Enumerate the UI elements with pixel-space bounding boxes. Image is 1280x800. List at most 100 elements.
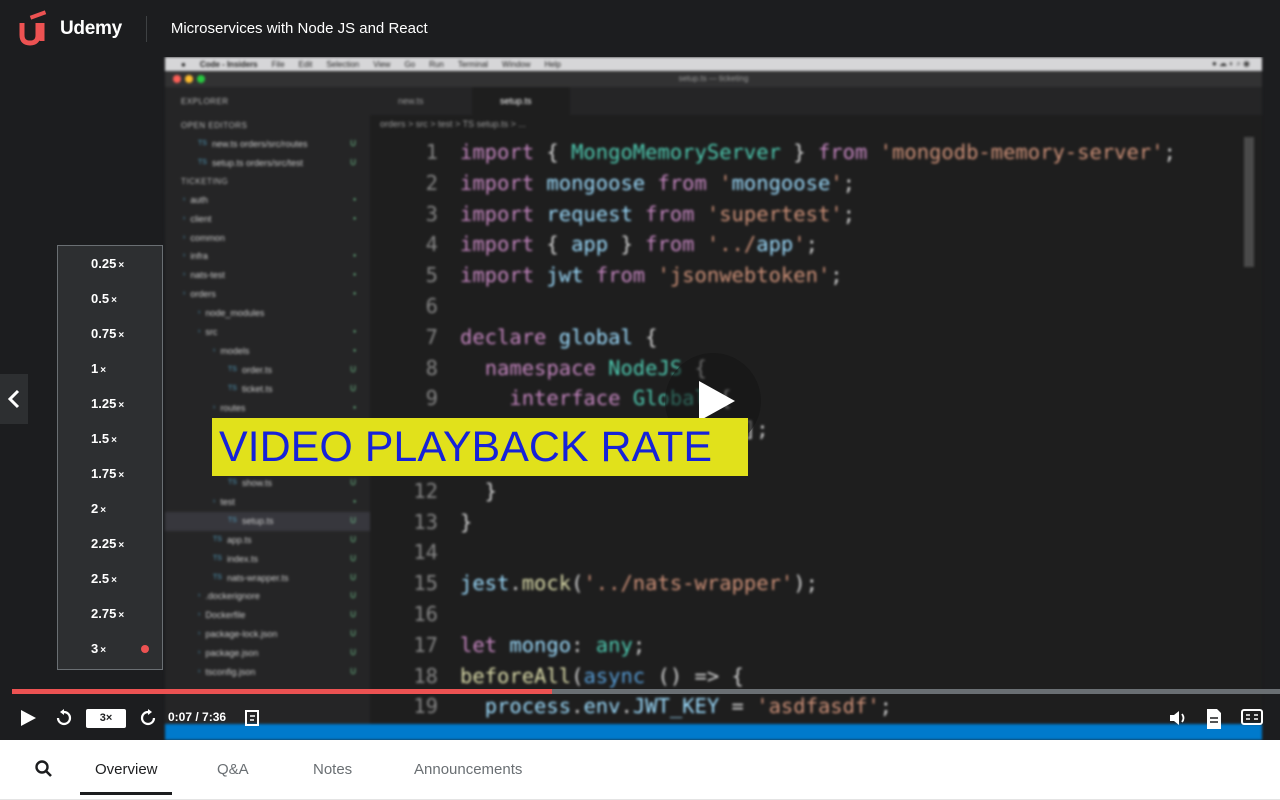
video-macos-menubar: ● Code - Insiders File Edit Selection Vi… bbox=[165, 57, 1262, 71]
menubar-item: Terminal bbox=[457, 59, 489, 69]
transcript-icon[interactable] bbox=[1205, 708, 1223, 730]
header-divider bbox=[145, 15, 147, 42]
captions-icon[interactable] bbox=[1241, 708, 1263, 726]
tab-announcements[interactable]: Announcements bbox=[414, 740, 522, 798]
editor-tab-active: setup.ts bbox=[472, 87, 570, 115]
times-symbol: × bbox=[118, 400, 125, 411]
playback-rate-option[interactable]: 0.25 × bbox=[58, 246, 162, 281]
times-symbol: × bbox=[118, 470, 125, 481]
git-status-badge: U bbox=[350, 553, 356, 563]
line-number: 2 bbox=[425, 170, 438, 195]
git-status-badge: U bbox=[350, 534, 356, 544]
git-status-badge: • bbox=[353, 194, 356, 204]
code-line: 14 bbox=[370, 537, 1262, 568]
times-symbol: × bbox=[111, 575, 117, 586]
add-note-icon[interactable] bbox=[244, 708, 262, 728]
file-icon: › bbox=[198, 649, 201, 657]
udemy-logo[interactable]: Udemy bbox=[16, 0, 122, 57]
playback-rate-option[interactable]: 1.25 × bbox=[58, 386, 162, 421]
file-tree-label: src bbox=[205, 327, 218, 338]
menubar-item: Selection bbox=[326, 59, 360, 69]
playback-rate-option[interactable]: 3 × bbox=[58, 631, 162, 666]
git-status-badge: • bbox=[353, 289, 356, 299]
playback-rate-option[interactable]: 2 × bbox=[58, 491, 162, 526]
code-line: 17 let mongo: any; bbox=[370, 630, 1262, 661]
git-status-badge: U bbox=[350, 478, 356, 488]
line-number: 9 bbox=[425, 386, 438, 411]
playback-rate-option[interactable]: 1.75 × bbox=[58, 456, 162, 491]
playback-rate-button[interactable]: 3× bbox=[86, 709, 126, 728]
file-tree-row: › test • bbox=[165, 493, 370, 512]
editor-tab: new.ts bbox=[398, 96, 424, 106]
previous-lecture-button[interactable] bbox=[0, 374, 28, 424]
playback-rate-option[interactable]: 1.5 × bbox=[58, 421, 162, 456]
playback-rate-option[interactable]: 2.75 × bbox=[58, 596, 162, 631]
playback-rate-value: 2.5 bbox=[91, 571, 110, 586]
editor-scrollbar bbox=[1244, 137, 1254, 267]
active-tab-indicator bbox=[80, 792, 172, 795]
video-player[interactable]: ● Code - Insiders File Edit Selection Vi… bbox=[0, 57, 1280, 740]
file-tree-row: › models • bbox=[165, 342, 370, 361]
playback-rate-option[interactable]: 2.25 × bbox=[58, 526, 162, 561]
file-tree-row: TS nats-wrapper.ts U bbox=[165, 569, 370, 588]
project-label: TICKETING bbox=[181, 176, 229, 186]
git-status-badge: U bbox=[350, 629, 356, 639]
play-icon[interactable] bbox=[18, 708, 38, 728]
search-icon[interactable] bbox=[34, 759, 54, 779]
forward-5-icon[interactable] bbox=[138, 708, 158, 728]
tab-overview[interactable]: Overview bbox=[95, 740, 158, 798]
line-number: 4 bbox=[425, 232, 438, 257]
file-tree-row: › nats-test • bbox=[165, 266, 370, 285]
playback-rate-option[interactable]: 2.5 × bbox=[58, 561, 162, 596]
rewind-5-icon[interactable] bbox=[54, 708, 74, 728]
playback-rate-value: 2.75 bbox=[91, 606, 117, 621]
file-tree-label: nats-test bbox=[190, 270, 225, 281]
playback-rate-value: 0.5 bbox=[91, 291, 110, 306]
code-line: 5 import jwt from 'jsonwebtoken'; bbox=[370, 260, 1262, 291]
playback-rate-menu[interactable]: 0.25 × 0.5 × 0.75 × 1 × 1.25 × 1.5 × 1.75 × 2 × 2.25 × 2.5… bbox=[57, 245, 163, 670]
playback-rate-option[interactable]: 1 × bbox=[58, 351, 162, 386]
selected-indicator-icon bbox=[141, 645, 149, 653]
file-tree-label: common bbox=[190, 232, 225, 243]
file-icon: › bbox=[183, 214, 186, 222]
playback-rate-option[interactable]: 0.75 × bbox=[58, 316, 162, 351]
file-tree-label: node_modules bbox=[205, 308, 265, 319]
times-symbol: × bbox=[100, 505, 107, 516]
video-editor-tabs: new.ts setup.ts bbox=[370, 87, 1262, 115]
player-controls: 3× 0:07 / 7:36 bbox=[0, 700, 1280, 736]
file-tree-row: TS index.ts U bbox=[165, 550, 370, 569]
explorer-label: EXPLORER bbox=[181, 97, 229, 106]
line-number: 12 bbox=[413, 478, 438, 503]
git-status-badge: U bbox=[350, 610, 356, 620]
file-tree-label: package-lock.json bbox=[205, 629, 278, 640]
course-title[interactable]: Microservices with Node JS and React bbox=[171, 20, 428, 37]
course-tabs: Overview Q&A Notes Announcements bbox=[0, 740, 1280, 800]
tab-qa[interactable]: Q&A bbox=[217, 740, 249, 798]
playback-rate-option[interactable]: 0.5 × bbox=[58, 281, 162, 316]
playback-rate-value: 1.25 bbox=[91, 396, 117, 411]
times-symbol: × bbox=[118, 540, 125, 551]
volume-icon[interactable] bbox=[1168, 708, 1188, 728]
udemy-wordmark: Udemy bbox=[60, 17, 122, 39]
code-line: 7 declare global { bbox=[370, 322, 1262, 353]
file-tree-label: models bbox=[220, 345, 250, 356]
file-tree-label: auth bbox=[190, 194, 208, 205]
file-tree-label: new.ts orders/src/routes bbox=[211, 139, 308, 149]
code-line: 3 import request from 'supertest'; bbox=[370, 199, 1262, 230]
times-symbol: × bbox=[111, 435, 117, 446]
progress-bar[interactable] bbox=[12, 689, 1280, 694]
progress-fill bbox=[12, 689, 553, 694]
file-tree-row: › infra • bbox=[165, 247, 370, 266]
file-icon: TS bbox=[228, 365, 237, 373]
file-icon: TS bbox=[228, 479, 237, 487]
playback-rate-value: 3 bbox=[91, 641, 99, 656]
code-text: import { app } from '../app'; bbox=[460, 232, 818, 257]
file-tree-row: TS order.ts U bbox=[165, 361, 370, 380]
line-number: 18 bbox=[413, 663, 438, 688]
tab-notes[interactable]: Notes bbox=[313, 740, 352, 798]
times-symbol: × bbox=[118, 610, 125, 621]
code-text: import request from 'supertest'; bbox=[460, 201, 855, 226]
menubar-item: View bbox=[373, 59, 391, 69]
file-tree-label: client bbox=[190, 213, 212, 224]
git-status-badge: U bbox=[350, 591, 356, 601]
